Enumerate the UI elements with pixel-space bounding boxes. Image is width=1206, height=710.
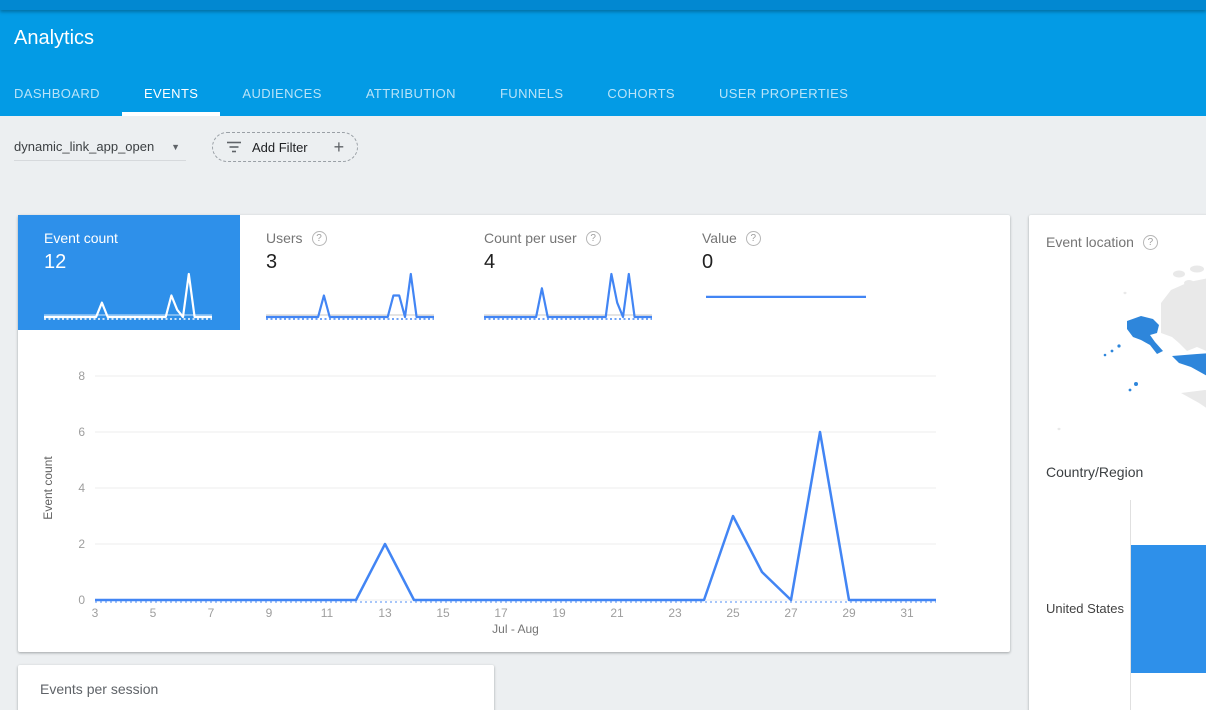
svg-text:13: 13 — [378, 606, 392, 620]
metric-label: Count per user — [484, 230, 577, 246]
plus-icon: + — [334, 137, 345, 158]
header-tabs: DASHBOARDEVENTSAUDIENCESATTRIBUTIONFUNNE… — [0, 75, 870, 116]
tab-dashboard[interactable]: DASHBOARD — [0, 75, 122, 116]
events-per-session-card: Events per session — [18, 665, 494, 710]
north-america-map[interactable] — [1029, 263, 1206, 488]
svg-text:15: 15 — [436, 606, 450, 620]
add-filter-label: Add Filter — [252, 140, 308, 155]
event-location-title: Event location — [1046, 234, 1134, 250]
tab-attribution[interactable]: ATTRIBUTION — [344, 75, 478, 116]
tab-cohorts[interactable]: COHORTS — [585, 75, 697, 116]
svg-text:8: 8 — [78, 369, 85, 383]
metric-tab-event-count[interactable]: Event count 12 — [18, 215, 240, 330]
svg-text:19: 19 — [552, 606, 566, 620]
metric-label: Users — [266, 230, 303, 246]
svg-text:27: 27 — [784, 606, 798, 620]
svg-text:31: 31 — [900, 606, 914, 620]
svg-text:29: 29 — [842, 606, 856, 620]
event-location-card: Event location ? — [1029, 215, 1206, 710]
help-icon[interactable]: ? — [1143, 235, 1158, 250]
svg-text:11: 11 — [321, 606, 334, 620]
help-icon[interactable]: ? — [746, 231, 761, 246]
page-title: Analytics — [14, 27, 94, 50]
metric-label: Event count — [44, 230, 118, 246]
metric-tab-value[interactable]: Value ? 0 — [676, 215, 894, 330]
svg-text:Jul - Aug: Jul - Aug — [492, 622, 539, 636]
svg-text:21: 21 — [610, 606, 624, 620]
tab-audiences[interactable]: AUDIENCES — [220, 75, 343, 116]
svg-text:2: 2 — [78, 537, 85, 551]
metric-sparkline — [264, 265, 436, 323]
metric-tab-users[interactable]: Users ? 3 — [240, 215, 458, 330]
metric-sparkline — [482, 265, 654, 323]
svg-text:25: 25 — [726, 606, 740, 620]
metric-sparkline — [700, 265, 872, 323]
metric-sparkline — [42, 265, 214, 323]
filter-list-icon — [226, 141, 242, 153]
metric-label: Value — [702, 230, 737, 246]
svg-text:5: 5 — [150, 606, 157, 620]
app-header: Analytics DASHBOARDEVENTSAUDIENCESATTRIB… — [0, 10, 1206, 116]
svg-text:23: 23 — [668, 606, 682, 620]
svg-text:Event count: Event count — [41, 456, 55, 520]
metric-tab-count-per-user[interactable]: Count per user ? 4 — [458, 215, 676, 330]
svg-text:0: 0 — [78, 593, 85, 607]
svg-text:3: 3 — [92, 606, 99, 620]
svg-text:7: 7 — [208, 606, 215, 620]
svg-text:4: 4 — [78, 481, 85, 495]
event-count-line-chart[interactable]: 0 2 4 6 8 3 5 7 9 11 13 15 17 19 21 23 25 27 29 31 Jul - Aug… — [18, 340, 1010, 652]
metric-tabs: Event count 12 Users ? 3 Count per user … — [18, 215, 1010, 330]
united-states-bar[interactable] — [1131, 545, 1206, 673]
event-select-dropdown[interactable]: dynamic_link_app_open ▼ — [14, 133, 186, 161]
help-icon[interactable]: ? — [586, 231, 601, 246]
events-per-session-title: Events per session — [40, 681, 158, 697]
svg-text:17: 17 — [494, 606, 508, 620]
tab-funnels[interactable]: FUNNELS — [478, 75, 585, 116]
tab-events[interactable]: EVENTS — [122, 75, 220, 116]
tab-user-properties[interactable]: USER PROPERTIES — [697, 75, 870, 116]
svg-text:6: 6 — [78, 425, 85, 439]
chevron-down-icon: ▼ — [171, 142, 180, 152]
add-filter-button[interactable]: Add Filter + — [212, 132, 358, 162]
map-canada-region — [1058, 263, 1206, 430]
help-icon[interactable]: ? — [312, 231, 327, 246]
events-chart-card: Event count 12 Users ? 3 Count per user … — [18, 215, 1010, 652]
event-select-value: dynamic_link_app_open — [14, 139, 154, 154]
country-region-header: Country/Region — [1046, 464, 1143, 480]
svg-text:9: 9 — [266, 606, 273, 620]
country-label: United States — [1029, 601, 1124, 616]
browser-top-strip — [0, 0, 1206, 10]
